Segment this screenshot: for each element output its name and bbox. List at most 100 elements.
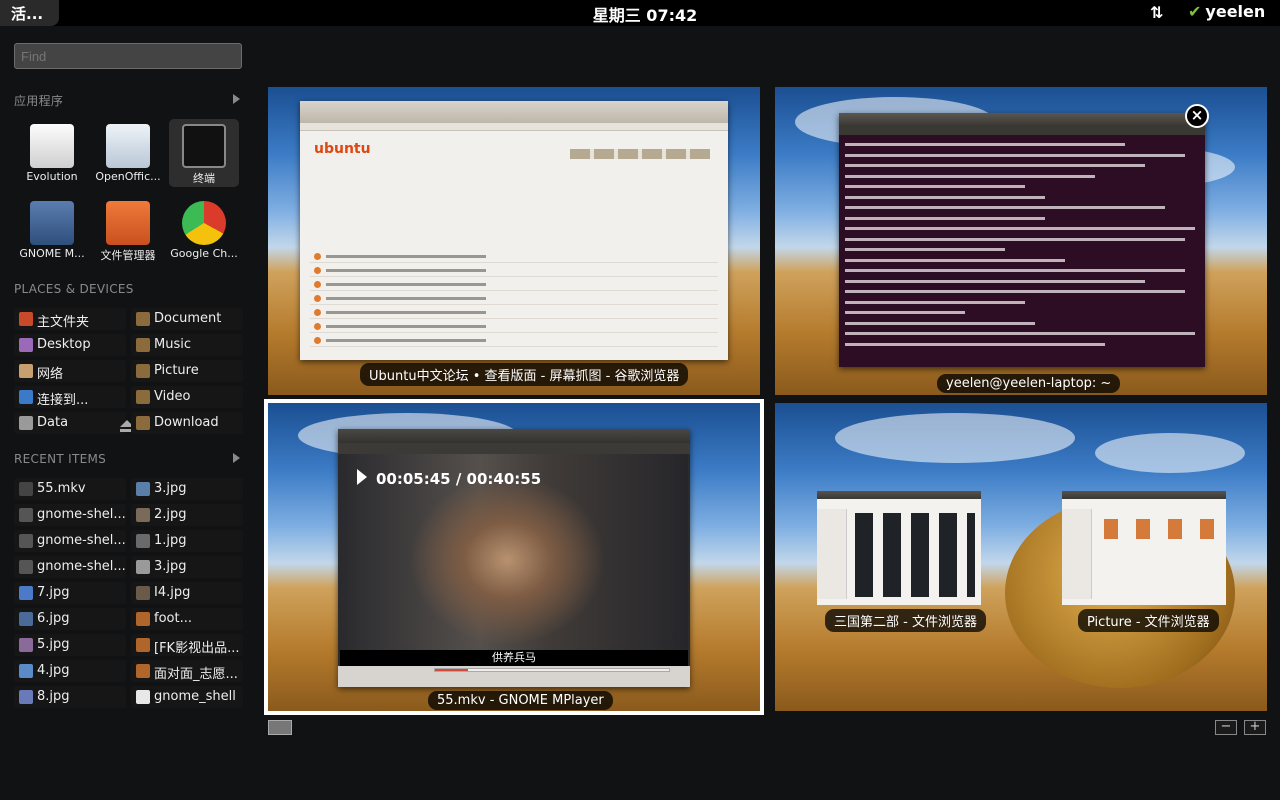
place-item[interactable]: Picture — [131, 360, 243, 382]
desktop-icon — [19, 338, 33, 352]
play-state-icon — [357, 469, 367, 485]
mail-envelope-icon — [30, 124, 74, 168]
recent-item[interactable]: 55.mkv — [14, 478, 126, 500]
file-manager-folder-icon — [106, 201, 150, 245]
window-tile-mplayer[interactable]: 00:05:45 / 00:40:55 供养兵马 55.mkv - GNOME … — [264, 399, 764, 715]
media-player-icon — [30, 201, 74, 245]
folder-video-icon — [136, 390, 150, 404]
app-launcher[interactable]: Evolution — [17, 119, 87, 187]
recent-item[interactable]: 8.jpg — [14, 686, 126, 708]
forum-row — [310, 321, 718, 333]
app-launcher[interactable]: Google Ch... — [169, 196, 239, 264]
terminal-line — [845, 311, 965, 314]
clock[interactable]: 星期三 07:42 — [540, 2, 750, 26]
forum-row — [310, 293, 718, 305]
close-window-button[interactable]: × — [1185, 104, 1209, 128]
recent-item[interactable]: gnome-shel... — [14, 530, 126, 552]
recent-item[interactable]: 面对面_志愿... — [131, 660, 243, 682]
recent-item[interactable]: gnome-shel... — [14, 556, 126, 578]
place-item[interactable]: 主文件夹 — [14, 308, 126, 330]
recent-item[interactable]: 3.jpg — [131, 478, 243, 500]
terminal-line — [845, 216, 1045, 220]
place-item[interactable]: Data — [14, 412, 134, 434]
recent-item[interactable]: 4.jpg — [14, 660, 126, 682]
terminal-titlebar — [839, 113, 1205, 125]
terminal-line — [845, 174, 1095, 178]
recent-item[interactable]: 6.jpg — [14, 608, 126, 630]
image-thumb-icon — [136, 560, 150, 574]
remove-workspace-button[interactable]: − — [1215, 720, 1237, 735]
image-thumb-icon — [19, 664, 33, 678]
recent-expand-icon[interactable] — [233, 453, 240, 463]
window-tile-file-browsers[interactable]: 三国第二部 - 文件浏览器 Picture - 文件浏览器 — [775, 403, 1267, 711]
recent-label: 3.jpg — [154, 559, 187, 574]
mplayer-controls — [338, 666, 690, 687]
recent-label: 7.jpg — [37, 585, 70, 600]
recent-item[interactable]: foot... — [131, 608, 243, 630]
place-item[interactable]: Download — [131, 412, 243, 434]
recent-label: 2.jpg — [154, 507, 187, 522]
video-file-icon — [136, 638, 150, 652]
place-item[interactable]: Video — [131, 386, 243, 408]
recent-item[interactable]: 2.jpg — [131, 504, 243, 526]
activities-button[interactable]: 活... — [0, 0, 59, 26]
place-label: 连接到... — [37, 393, 89, 408]
recent-item[interactable]: 1.jpg — [131, 530, 243, 552]
recent-section-title: RECENT ITEMS — [14, 452, 107, 466]
browser-bookmarks-bar — [300, 123, 728, 131]
video-file-icon — [136, 612, 150, 626]
browser-window: ubuntu — [300, 101, 728, 360]
recent-item[interactable]: [FK影视出品... — [131, 634, 243, 656]
place-label: 主文件夹 — [37, 315, 90, 330]
place-item[interactable]: Desktop — [14, 334, 126, 356]
image-thumb-icon — [19, 534, 33, 548]
user-menu[interactable]: ✔ yeelen — [1188, 2, 1265, 21]
place-item[interactable]: Music — [131, 334, 243, 356]
recent-item[interactable]: gnome_shell — [131, 686, 243, 708]
recent-label: 1.jpg — [154, 533, 187, 548]
seek-bar — [434, 668, 670, 672]
applications-expand-icon[interactable] — [233, 94, 240, 104]
window-caption: Ubuntu中文论坛 • 查看版面 - 屏幕抓图 - 谷歌浏览器 — [360, 363, 689, 386]
recent-item[interactable]: 5.jpg — [14, 634, 126, 656]
window-caption: 三国第二部 - 文件浏览器 — [825, 609, 986, 632]
image-thumb-icon — [19, 612, 33, 626]
recent-label: 55.mkv — [37, 481, 86, 496]
window-tile-browser[interactable]: ubuntu Ubuntu中文论坛 • 查看版面 - 屏幕抓图 - 谷歌浏览器 — [268, 87, 760, 395]
place-item[interactable]: 连接到... — [14, 386, 126, 408]
workspace-thumbnail[interactable] — [268, 720, 292, 735]
app-launcher[interactable]: 终端 — [169, 119, 239, 187]
window-tile-terminal[interactable]: × yeelen@yeelen-laptop: ~ — [775, 87, 1267, 395]
connect-server-icon — [19, 390, 33, 404]
image-thumb-icon — [19, 508, 33, 522]
available-check-icon: ✔ — [1188, 2, 1202, 21]
recent-item[interactable]: gnome-shel... — [14, 504, 126, 526]
text-file-icon — [136, 690, 150, 704]
user-name: yeelen — [1205, 2, 1266, 21]
applications-section-title: 应用程序 — [14, 94, 64, 108]
recent-item[interactable]: 3.jpg — [131, 556, 243, 578]
place-item[interactable]: Document — [131, 308, 243, 330]
ubuntu-logo: ubuntu — [314, 141, 371, 157]
app-label: OpenOffic... — [95, 170, 161, 183]
recent-item[interactable]: 7.jpg — [14, 582, 126, 604]
recent-label: gnome-shel... — [37, 507, 126, 522]
add-workspace-button[interactable]: + — [1244, 720, 1266, 735]
window-caption: Picture - 文件浏览器 — [1078, 609, 1219, 632]
mplayer-titlebar — [338, 429, 690, 443]
terminal-line — [845, 164, 1145, 167]
image-thumb-icon — [19, 638, 33, 652]
network-arrows-icon[interactable]: ⇅ — [1150, 3, 1172, 23]
recent-label: 6.jpg — [37, 611, 70, 626]
app-launcher[interactable]: 文件管理器 — [93, 196, 163, 264]
place-item[interactable]: 网络 — [14, 360, 126, 382]
recent-item[interactable]: I4.jpg — [131, 582, 243, 604]
recent-label: gnome-shel... — [37, 559, 126, 574]
forum-row — [310, 265, 718, 277]
window-caption: yeelen@yeelen-laptop: ~ — [937, 374, 1121, 393]
app-launcher[interactable]: GNOME M... — [17, 196, 87, 264]
app-launcher[interactable]: OpenOffic... — [93, 119, 163, 187]
find-input[interactable] — [14, 43, 242, 69]
seek-bar-fill — [435, 669, 468, 671]
app-label: Evolution — [26, 170, 78, 183]
